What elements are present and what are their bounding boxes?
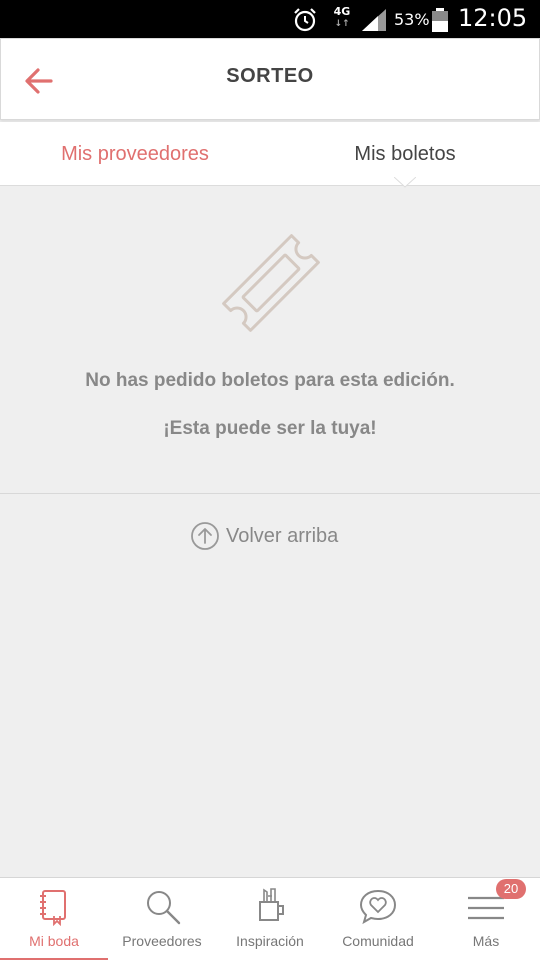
signal-icon — [362, 9, 386, 31]
app-header: SORTEO — [0, 38, 540, 120]
nav-label: Inspiración — [236, 933, 304, 949]
selected-tab-caret — [394, 177, 416, 188]
nav-item-mi-boda[interactable]: Mi boda — [0, 878, 108, 960]
bottom-navigation: Mi boda Proveedores Inspiración Comunida… — [0, 877, 540, 960]
nav-label: Mi boda — [29, 933, 79, 949]
arrow-up-circle-icon — [191, 522, 219, 550]
tab-mis-proveedores[interactable]: Mis proveedores — [0, 122, 270, 186]
battery-icon — [432, 8, 448, 32]
status-bar: 4G ↓↑ 53% 12:05 — [0, 0, 540, 38]
alarm-clock-icon — [294, 8, 316, 32]
empty-state-message: No has pedido boletos para esta edición. — [85, 370, 455, 391]
divider — [0, 493, 540, 494]
battery-percent: 53% — [394, 10, 430, 29]
nav-label: Más — [472, 933, 500, 949]
ticket-icon — [222, 234, 320, 332]
page-title: SORTEO — [226, 65, 314, 87]
tab-label: Mis boletos — [354, 142, 456, 165]
back-to-top-label: Volver arriba — [226, 524, 339, 547]
nav-item-comunidad[interactable]: Comunidad — [324, 878, 432, 960]
tab-label: Mis proveedores — [61, 142, 209, 165]
tools-cup-icon — [259, 888, 284, 921]
network-indicator: 4G ↓↑ — [332, 6, 352, 34]
back-to-top-button[interactable]: Volver arriba — [190, 520, 338, 552]
network-arrows: ↓↑ — [334, 19, 350, 29]
nav-label: Comunidad — [342, 933, 414, 949]
notification-badge: 20 — [496, 879, 526, 899]
clock-time: 12:05 — [458, 4, 528, 32]
nav-item-inspiracion[interactable]: Inspiración — [216, 878, 324, 960]
nav-label: Proveedores — [122, 933, 202, 949]
empty-state-submessage: ¡Esta puede ser la tuya! — [163, 418, 377, 439]
nav-item-proveedores[interactable]: Proveedores — [108, 878, 216, 960]
chat-heart-icon — [359, 889, 397, 925]
network-type: 4G — [333, 5, 351, 18]
notebook-icon — [40, 890, 66, 926]
search-icon — [147, 891, 181, 925]
tab-bar: Mis proveedores Mis boletos — [0, 122, 540, 186]
